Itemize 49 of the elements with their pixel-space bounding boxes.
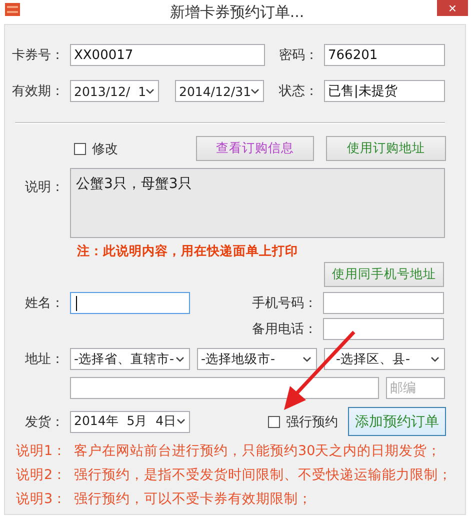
checkbox-label: 修改 — [92, 140, 118, 158]
note-text: 客户在网站前台进行预约，只能预约30天之内的日期发货； — [74, 442, 442, 460]
checkbox-label: 强行预约 — [286, 414, 338, 430]
note-text: 强行预约，是指不受发货时间限制、不受快递运输能力限制； — [74, 466, 452, 484]
dropdown-caret-icon — [303, 356, 311, 362]
field-label: 发货： — [24, 414, 65, 430]
dropdown-caret-icon — [176, 419, 185, 424]
dropdown-caret-icon — [431, 356, 439, 362]
app-icon — [5, 3, 20, 16]
postcode-field[interactable]: 邮编 — [386, 377, 445, 399]
dropdown-caret-icon — [251, 88, 260, 94]
field-label: 卡券号： — [11, 47, 65, 64]
field-label: 地址： — [24, 351, 65, 368]
province-select[interactable]: -选择省、直辖市- — [70, 348, 190, 370]
note-text: 强行预约，可以不受卡券有效期限制； — [74, 490, 312, 508]
window-title: 新增卡券预约订单... — [170, 2, 304, 22]
end-date-picker[interactable]: 2014/12/31 — [175, 80, 264, 102]
address-field[interactable] — [70, 377, 379, 399]
field-label: 手机号码： — [251, 295, 318, 312]
same-phone-address-button[interactable]: 使用同手机号地址 — [324, 262, 444, 287]
field-label: 有效期： — [11, 83, 65, 100]
note-label: 说明3： — [15, 490, 68, 508]
view-order-button[interactable]: 查看订购信息 — [196, 136, 314, 161]
add-order-button[interactable]: 添加预约订单 — [348, 407, 446, 436]
note-text: 注：此说明内容，用在快递面单上打印 — [77, 243, 299, 259]
start-date-picker[interactable]: 2013/12/ 1 — [70, 80, 159, 102]
field-label: 备用电话： — [251, 321, 318, 338]
card-number-field[interactable]: XX00017 — [70, 44, 265, 66]
modify-checkbox[interactable] — [74, 142, 86, 154]
status-field[interactable]: 已售|未提货 — [324, 80, 445, 102]
force-checkbox[interactable] — [268, 416, 280, 428]
field-label: 说明： — [24, 179, 65, 196]
ship-date-picker[interactable]: 2014年 5月 4日 — [70, 410, 190, 432]
password-field[interactable]: 766201 — [324, 44, 445, 66]
name-field[interactable] — [70, 292, 190, 314]
city-select[interactable]: -选择地级市- — [197, 348, 317, 370]
description-field[interactable]: 公蟹3只，母蟹3只 — [70, 168, 445, 238]
district-select[interactable]: -选择区、县- — [324, 348, 445, 370]
note-label: 说明2： — [15, 466, 68, 484]
mobile-field[interactable] — [323, 292, 444, 314]
close-button[interactable]: × — [437, 0, 468, 16]
use-order-address-button[interactable]: 使用订购地址 — [326, 136, 446, 161]
field-label: 姓名： — [24, 295, 65, 312]
note-label: 说明1： — [15, 442, 68, 460]
backup-phone-field[interactable] — [323, 318, 444, 340]
field-label: 状态： — [278, 83, 319, 100]
dropdown-caret-icon — [176, 356, 184, 362]
dropdown-caret-icon — [146, 88, 154, 94]
field-label: 密码： — [278, 47, 319, 64]
